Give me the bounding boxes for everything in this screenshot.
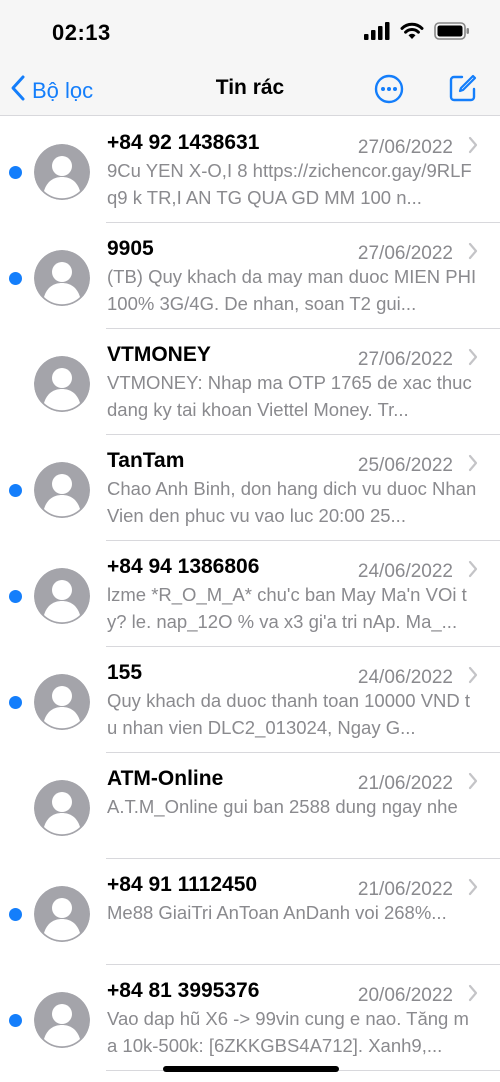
message-date: 24/06/2022 [357, 561, 453, 582]
contact-avatar-icon [34, 356, 90, 412]
message-preview: VTMONEY: Nhap ma OTP 1765 de xac thuc da… [107, 372, 472, 420]
message-row[interactable]: VTMONEY 27/06/2022 VTMONEY: Nhap ma OTP 17… [0, 329, 500, 435]
contact-avatar-icon [34, 144, 90, 200]
compose-button[interactable] [448, 73, 478, 108]
message-sender: ATM-Online [107, 767, 224, 790]
contact-avatar-icon [34, 462, 90, 518]
message-preview: Me88 GiaiTri AnToan AnDanh voi 268%... [107, 902, 447, 923]
ellipsis-circle-icon [374, 74, 404, 108]
chevron-right-icon [468, 560, 478, 583]
status-bar: 02:13 [0, 0, 500, 66]
back-button[interactable]: Bộ lọc [10, 74, 93, 107]
unread-dot [9, 908, 22, 921]
message-row[interactable]: 155 24/06/2022 Quy khach da duoc thanh toa… [0, 647, 500, 753]
chevron-right-icon [468, 454, 478, 477]
chevron-left-icon [10, 74, 26, 107]
message-preview: Vao dap hũ X6 -> 99vin cung e nao. Tăng … [107, 1008, 469, 1056]
unread-dot [9, 590, 22, 603]
back-label: Bộ lọc [32, 77, 94, 103]
chevron-right-icon [468, 878, 478, 901]
message-row[interactable]: +84 94 1386806 24/06/2022 lzme *R_O_M_A* c… [0, 541, 500, 647]
contact-avatar-icon [34, 674, 90, 730]
message-sender: +84 94 1386806 [107, 555, 260, 578]
message-preview: 9Cu YEN X-O,I 8 https://zichencor.gay/9R… [107, 160, 472, 208]
message-sender: TanTam [107, 449, 185, 472]
message-preview: A.T.M_Online gui ban 2588 dung ngay nhe [107, 796, 458, 817]
chevron-right-icon [468, 772, 478, 795]
message-date: 21/06/2022 [357, 879, 453, 900]
message-row[interactable]: +84 92 1438631 27/06/2022 9Cu YEN X-O,I 8 … [0, 117, 500, 223]
message-date: 21/06/2022 [357, 773, 453, 794]
chevron-right-icon [468, 136, 478, 159]
message-sender: +84 91 1112450 [107, 873, 258, 896]
message-sender: VTMONEY [107, 343, 211, 366]
battery-icon [434, 22, 470, 45]
message-sender: +84 81 3995376 [107, 979, 260, 1002]
message-date: 27/06/2022 [357, 243, 453, 264]
message-row[interactable]: ATM-Online 21/06/2022 A.T.M_Online gui ban… [0, 753, 500, 859]
more-options-button[interactable] [374, 74, 404, 109]
status-time: 02:13 [52, 20, 111, 45]
message-row[interactable]: 9905 27/06/2022 (TB) Quy khach da may man … [0, 223, 500, 329]
unread-dot [9, 1014, 22, 1027]
message-preview: lzme *R_O_M_A* chu'c ban May Ma'n VOi ty… [107, 584, 467, 632]
message-preview: Quy khach da duoc thanh toan 10000 VND t… [107, 690, 471, 738]
message-date: 27/06/2022 [357, 349, 453, 370]
home-indicator [163, 1066, 339, 1072]
chevron-right-icon [468, 348, 478, 371]
message-sender: 9905 [107, 237, 154, 260]
contact-avatar-icon [34, 780, 90, 836]
message-date: 27/06/2022 [357, 137, 453, 158]
chevron-right-icon [468, 242, 478, 265]
message-list: +84 92 1438631 27/06/2022 9Cu YEN X-O,I 8 … [0, 117, 500, 1071]
contact-avatar-icon [34, 992, 90, 1048]
message-date: 25/06/2022 [357, 455, 453, 476]
unread-dot [9, 696, 22, 709]
unread-dot [9, 166, 22, 179]
chevron-right-icon [468, 984, 478, 1007]
message-sender: +84 92 1438631 [107, 131, 260, 154]
message-date: 20/06/2022 [357, 985, 453, 1006]
message-row[interactable]: TanTam 25/06/2022 Chao Anh Binh, don hang … [0, 435, 500, 541]
message-date: 24/06/2022 [357, 667, 453, 688]
message-row[interactable]: +84 81 3995376 20/06/2022 Vao dap hũ X6 ->… [0, 965, 500, 1071]
status-icons [364, 22, 470, 45]
compose-icon [448, 74, 478, 107]
contact-avatar-icon [34, 568, 90, 624]
contact-avatar-icon [34, 886, 90, 942]
cellular-signal-icon [364, 22, 390, 45]
message-sender: 155 [107, 661, 143, 684]
message-preview: Chao Anh Binh, don hang dich vu duoc Nha… [107, 478, 477, 526]
message-row[interactable]: +84 91 1112450 21/06/2022 Me88 GiaiTri AnT… [0, 859, 500, 965]
unread-dot [9, 484, 22, 497]
navigation-bar: Bộ lọc Tin rác [0, 66, 500, 116]
message-preview: (TB) Quy khach da may man duoc MIEN PHI … [107, 266, 477, 314]
contact-avatar-icon [34, 250, 90, 306]
unread-dot [9, 272, 22, 285]
wifi-icon [400, 22, 424, 45]
chevron-right-icon [468, 666, 478, 689]
